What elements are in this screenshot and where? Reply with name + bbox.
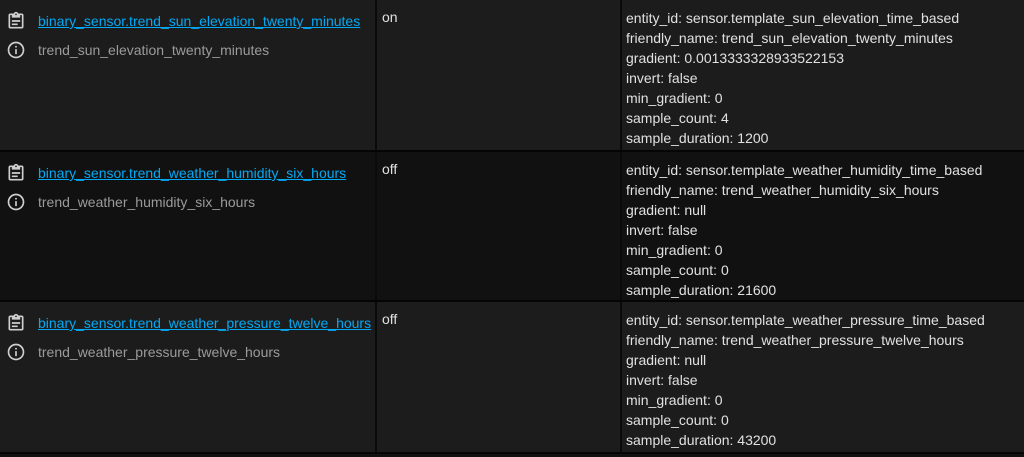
attributes-cell: entity_id: sensor.template_sun_elevation… bbox=[620, 0, 1024, 150]
attribute-line: entity_id: sensor.template_weather_humid… bbox=[626, 162, 983, 178]
attribute-line: min_gradient: 0 bbox=[626, 90, 723, 106]
entity-id-link[interactable]: binary_sensor.trend_weather_pressure_twe… bbox=[38, 315, 371, 331]
attribute-line: min_gradient: 0 bbox=[626, 392, 723, 408]
attribute-line: friendly_name: trend_sun_elevation_twent… bbox=[626, 30, 953, 46]
attribute-line: entity_id: sensor.template_weather_press… bbox=[626, 312, 985, 328]
attribute-line: min_gradient: 0 bbox=[626, 242, 723, 258]
clipboard-icon[interactable] bbox=[6, 163, 26, 183]
attribute-line: gradient: null bbox=[626, 202, 707, 218]
attribute-line: invert: false bbox=[626, 372, 698, 388]
attribute-line: invert: false bbox=[626, 222, 698, 238]
entity-id-link[interactable]: binary_sensor.trend_weather_humidity_six… bbox=[38, 165, 346, 181]
attribute-line: friendly_name: trend_weather_pressure_tw… bbox=[626, 332, 964, 348]
attribute-line: entity_id: sensor.template_sun_elevation… bbox=[626, 10, 960, 26]
row-divider bbox=[0, 452, 1024, 454]
clipboard-icon[interactable] bbox=[6, 313, 26, 333]
attribute-line: friendly_name: trend_weather_humidity_si… bbox=[626, 182, 939, 198]
attribute-line: invert: false bbox=[626, 70, 698, 86]
entity-cell: binary_sensor.trend_weather_pressure_twe… bbox=[0, 302, 375, 452]
table-row: binary_sensor.trend_weather_humidity_six… bbox=[0, 152, 1024, 300]
state-cell: off bbox=[375, 302, 620, 452]
clipboard-icon[interactable] bbox=[6, 11, 26, 31]
attributes-cell: entity_id: sensor.template_weather_humid… bbox=[620, 152, 1024, 300]
state-cell: on bbox=[375, 0, 620, 150]
info-circle-icon[interactable] bbox=[6, 40, 26, 60]
states-table: binary_sensor.trend_sun_elevation_twenty… bbox=[0, 0, 1024, 457]
info-circle-icon[interactable] bbox=[6, 342, 26, 362]
attribute-line: sample_duration: 21600 bbox=[626, 282, 777, 298]
attribute-line: sample_duration: 43200 bbox=[626, 432, 777, 448]
friendly-name: trend_weather_pressure_twelve_hours bbox=[38, 344, 281, 360]
table-row: binary_sensor.trend_weather_pressure_twe… bbox=[0, 302, 1024, 452]
friendly-name: trend_sun_elevation_twenty_minutes bbox=[38, 42, 270, 58]
entity-id-link[interactable]: binary_sensor.trend_sun_elevation_twenty… bbox=[38, 13, 360, 29]
entity-cell: binary_sensor.trend_sun_elevation_twenty… bbox=[0, 0, 375, 150]
table-row: binary_sensor.trend_sun_elevation_twenty… bbox=[0, 0, 1024, 150]
attribute-line: sample_count: 4 bbox=[626, 110, 729, 126]
attribute-line: sample_count: 0 bbox=[626, 262, 729, 278]
entity-cell: binary_sensor.trend_weather_humidity_six… bbox=[0, 152, 375, 300]
attribute-line: sample_duration: 1200 bbox=[626, 130, 769, 146]
attribute-line: gradient: 0.0013333328933522153 bbox=[626, 50, 844, 66]
state-cell: off bbox=[375, 152, 620, 300]
attribute-line: sample_count: 0 bbox=[626, 412, 729, 428]
attribute-line: gradient: null bbox=[626, 352, 707, 368]
attributes-cell: entity_id: sensor.template_weather_press… bbox=[620, 302, 1024, 452]
info-circle-icon[interactable] bbox=[6, 192, 26, 212]
friendly-name: trend_weather_humidity_six_hours bbox=[38, 194, 256, 210]
